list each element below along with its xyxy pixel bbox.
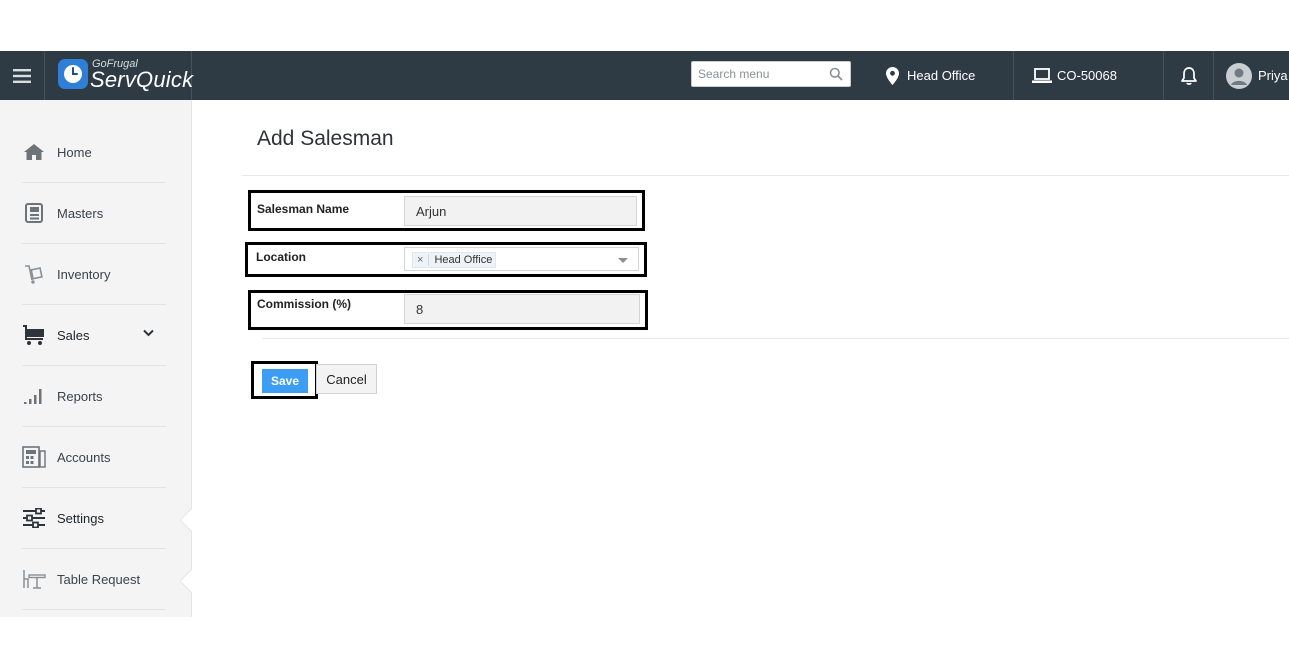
search-input[interactable] xyxy=(692,62,822,86)
terminal-selector[interactable]: CO-50068 xyxy=(1032,51,1164,100)
location-chip: × Head Office xyxy=(412,252,497,268)
location-label: Location xyxy=(256,250,306,264)
location-select[interactable]: × Head Office xyxy=(404,247,639,271)
sidebar-item-settings[interactable]: Settings xyxy=(22,488,166,549)
sidebar: Home Masters Inventory Sales Reports Acc… xyxy=(0,100,192,617)
sidebar-item-label: Inventory xyxy=(57,266,111,282)
sidebar-item-sales[interactable]: Sales xyxy=(22,305,166,366)
cancel-button[interactable]: Cancel xyxy=(316,364,377,394)
title-divider xyxy=(242,175,1289,176)
clock-logo-icon xyxy=(58,59,88,89)
sidebar-item-label: Table Request xyxy=(57,571,141,587)
top-bar: GoFrugal ServQuick Head Office CO-50068 xyxy=(0,51,1289,100)
sidebar-item-label: Accounts xyxy=(57,449,111,465)
chevron-down-icon[interactable] xyxy=(143,329,154,337)
save-button[interactable]: Save xyxy=(262,369,308,393)
cart-icon xyxy=(22,323,46,347)
active-indicator xyxy=(180,569,192,593)
sidebar-item-masters[interactable]: Masters xyxy=(22,183,166,244)
user-name: Priya xyxy=(1258,68,1288,83)
map-pin-icon xyxy=(886,66,899,85)
search-box xyxy=(691,61,851,87)
sidebar-item-label: Masters xyxy=(57,205,104,221)
sidebar-item-inventory[interactable]: Inventory xyxy=(22,244,166,305)
hamburger-icon xyxy=(13,68,31,83)
user-menu[interactable]: Priya xyxy=(1226,51,1289,100)
home-icon xyxy=(22,140,46,164)
masters-icon xyxy=(22,201,46,225)
commission-row: Commission (%) xyxy=(248,290,648,330)
sidebar-item-label: Reports xyxy=(57,388,103,404)
location-label: Head Office xyxy=(907,68,976,83)
notifications-button[interactable] xyxy=(1164,51,1214,100)
terminal-label: CO-50068 xyxy=(1057,68,1117,83)
location-row: Location × Head Office xyxy=(245,242,647,277)
sidebar-item-label: Home xyxy=(57,144,92,160)
bar-chart-icon xyxy=(22,384,46,408)
inventory-icon xyxy=(22,262,46,286)
chip-label: Head Office xyxy=(434,254,493,266)
commission-label: Commission (%) xyxy=(257,297,352,311)
menu-toggle-button[interactable] xyxy=(0,51,45,100)
accounts-icon xyxy=(22,445,46,469)
active-indicator xyxy=(180,508,192,532)
salesman-name-row: Salesman Name xyxy=(248,190,645,231)
dropdown-arrow-icon[interactable] xyxy=(618,258,628,263)
commission-input[interactable] xyxy=(404,294,640,324)
search-icon[interactable] xyxy=(829,67,843,81)
location-selector[interactable]: Head Office xyxy=(886,51,1014,100)
salesman-name-label: Salesman Name xyxy=(257,202,350,216)
bell-icon xyxy=(1180,66,1197,85)
sidebar-item-reports[interactable]: Reports xyxy=(22,366,166,427)
brand-logo[interactable]: GoFrugal ServQuick xyxy=(45,51,194,100)
sliders-icon xyxy=(22,506,46,530)
app-root: GoFrugal ServQuick Head Office CO-50068 xyxy=(0,0,1289,661)
chip-remove-button[interactable]: × xyxy=(417,254,430,266)
sidebar-item-home[interactable]: Home xyxy=(22,122,166,183)
sidebar-item-label: Settings xyxy=(57,510,104,526)
form-divider xyxy=(262,338,1289,339)
avatar-icon xyxy=(1226,62,1252,89)
sidebar-item-accounts[interactable]: Accounts xyxy=(22,427,166,488)
sidebar-item-label: Sales xyxy=(57,327,90,343)
table-icon xyxy=(22,567,46,591)
sidebar-item-table-request[interactable]: Table Request xyxy=(22,549,166,610)
save-button-highlight: Save xyxy=(251,361,318,399)
brand-name: ServQuick xyxy=(90,67,194,92)
page-title: Add Salesman xyxy=(257,127,394,150)
salesman-name-input[interactable] xyxy=(404,196,637,226)
laptop-icon xyxy=(1032,67,1052,83)
